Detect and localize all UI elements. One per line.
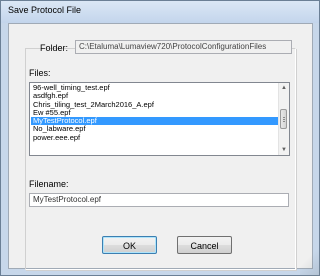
window-title: Save Protocol File bbox=[8, 5, 82, 15]
file-list-item[interactable]: power.eee.epf bbox=[31, 134, 287, 142]
grip-line bbox=[283, 117, 285, 118]
cancel-button[interactable]: Cancel bbox=[177, 236, 232, 254]
file-list-item[interactable]: No_labware.epf bbox=[31, 125, 287, 133]
scroll-thumb[interactable] bbox=[280, 109, 287, 129]
scroll-down-icon[interactable]: ▼ bbox=[279, 145, 289, 155]
files-listbox[interactable]: 96-well_timing_test.epf asdfgh.epf Chris_t… bbox=[29, 82, 290, 156]
file-list-item[interactable]: 96-well_timing_test.epf bbox=[31, 84, 287, 92]
file-list-item[interactable]: Chris_tiling_test_2March2016_A.epf bbox=[31, 101, 287, 109]
scroll-up-icon[interactable]: ▲ bbox=[279, 83, 289, 93]
files-scrollbar[interactable]: ▲ ▼ bbox=[278, 83, 289, 155]
ok-button[interactable]: OK bbox=[102, 236, 157, 254]
file-list-item[interactable]: Ew #55.epf bbox=[31, 109, 287, 117]
files-label: Files: bbox=[29, 68, 51, 78]
title-bar[interactable]: Save Protocol File bbox=[1, 1, 319, 23]
filename-label: Filename: bbox=[29, 179, 69, 189]
filename-input[interactable]: MyTestProtocol.epf bbox=[29, 193, 289, 207]
file-list-item[interactable]: asdfgh.epf bbox=[31, 92, 287, 100]
file-list: 96-well_timing_test.epf asdfgh.epf Chris_t… bbox=[31, 84, 287, 142]
folder-label: Folder: bbox=[40, 43, 69, 53]
grip-line bbox=[283, 119, 285, 120]
window-shadow bbox=[300, 246, 320, 276]
file-list-item[interactable]: MyTestProtocol.epf bbox=[31, 117, 287, 126]
grip-line bbox=[283, 121, 285, 122]
folder-path-field: C:\Etaluma\Lumaview720\ProtocolConfigura… bbox=[75, 40, 292, 54]
